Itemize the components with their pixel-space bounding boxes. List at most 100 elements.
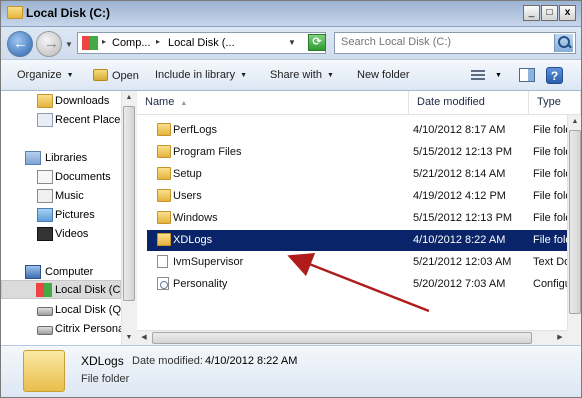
nav-item-pictures[interactable]: Pictures — [1, 206, 121, 225]
address-row: ← → ▼ ▸ Comp... ▸ Local Disk (... ▼ ⟳ — [1, 27, 581, 59]
text-file-icon — [157, 255, 168, 268]
scroll-up-icon[interactable]: ▲ — [122, 91, 136, 105]
nav-item-downloads[interactable]: Downloads — [1, 92, 121, 111]
nav-item-label: Videos — [55, 228, 89, 240]
file-row-selected[interactable]: XDLogs 4/10/2012 8:22 AM File folder — [147, 230, 581, 251]
file-row[interactable]: Users 4/19/2012 4:12 PM File folder — [147, 186, 581, 207]
refresh-button[interactable]: ⟳ — [308, 34, 326, 51]
nav-item-local-disk-c[interactable]: Local Disk (C:) — [1, 280, 121, 299]
chevron-down-icon: ▼ — [66, 71, 74, 79]
documents-icon — [37, 170, 53, 184]
scroll-right-icon[interactable]: ▶ — [553, 331, 567, 345]
file-row[interactable]: Program Files 5/15/2012 12:13 PM File fo… — [147, 142, 581, 163]
file-row[interactable]: Windows 5/15/2012 12:13 PM File folder — [147, 208, 581, 229]
details-item-type: File folder — [81, 373, 130, 385]
sort-up-icon: ▲ — [180, 100, 188, 107]
nav-item-label: Downloads — [55, 95, 110, 107]
file-row[interactable]: PerfLogs 4/10/2012 8:17 AM File folder — [147, 120, 581, 141]
preview-pane-icon[interactable] — [519, 68, 535, 82]
nav-scrollbar[interactable]: ▲ ▼ — [121, 91, 135, 345]
file-name: Setup — [173, 168, 202, 180]
file-name: Personality — [173, 278, 228, 290]
breadcrumb-local-disk[interactable]: Local Disk (... — [168, 37, 235, 49]
forward-button[interactable]: → — [36, 31, 62, 57]
recent-places-icon — [37, 113, 53, 127]
nav-item-recent-places[interactable]: Recent Places — [1, 111, 121, 130]
organize-button[interactable]: Organize ▼ — [17, 69, 74, 81]
scroll-up-icon[interactable]: ▲ — [568, 115, 581, 129]
back-button[interactable]: ← — [7, 31, 33, 57]
nav-item-local-disk-q[interactable]: Local Disk (Q:) — [1, 301, 121, 320]
back-arrow-icon: ← — [13, 35, 28, 52]
folder-icon — [157, 211, 171, 224]
chevron-right-icon: ▸ — [102, 37, 107, 46]
nav-item-label: Local Disk (Q:) — [55, 304, 121, 316]
nav-item-music[interactable]: Music — [1, 187, 121, 206]
search-icon[interactable] — [554, 34, 573, 52]
horizontal-scroll-thumb[interactable] — [152, 332, 532, 344]
search-box[interactable] — [334, 32, 576, 54]
details-pane: XDLogs Date modified: 4/10/2012 8:22 AM … — [1, 345, 581, 397]
file-name: XDLogs — [173, 234, 213, 246]
scroll-left-icon[interactable]: ◀ — [137, 331, 151, 345]
column-header-date[interactable]: Date modified — [409, 91, 529, 115]
file-date: 5/15/2012 12:13 PM — [413, 146, 513, 158]
file-date: 5/21/2012 8:14 AM — [413, 168, 506, 180]
share-with-button[interactable]: Share with ▼ — [270, 69, 334, 81]
folder-icon — [23, 350, 65, 392]
command-bar: Organize ▼ Open Include in library ▼ Share… — [1, 59, 581, 91]
nav-scroll-thumb[interactable] — [123, 106, 135, 301]
file-list: Name ▲ Date modified Type PerfLogs 4/10/2… — [137, 91, 581, 345]
column-header-type[interactable]: Type — [529, 91, 581, 115]
computer-icon — [25, 265, 41, 279]
search-input[interactable] — [341, 36, 551, 48]
file-list-horizontal-scrollbar[interactable]: ◀ ▶ — [137, 330, 567, 345]
nav-item-label: Libraries — [45, 152, 88, 164]
nav-item-label: Citrix Personal vDisk — [55, 323, 121, 335]
pictures-icon — [37, 208, 53, 222]
recent-pages-dropdown[interactable]: ▼ — [65, 40, 73, 49]
nav-item-label: Music — [55, 190, 84, 202]
folder-icon — [37, 94, 53, 108]
file-list-scroll-thumb[interactable] — [569, 130, 581, 314]
file-row[interactable]: Personality 5/20/2012 7:03 AM Configurat… — [147, 274, 581, 295]
help-icon[interactable]: ? — [546, 67, 563, 84]
share-with-label: Share with — [270, 69, 322, 81]
address-dropdown-icon[interactable]: ▼ — [288, 38, 296, 47]
nav-item-videos[interactable]: Videos — [1, 225, 121, 244]
libraries-icon — [25, 151, 41, 165]
include-in-library-button[interactable]: Include in library ▼ — [155, 69, 247, 81]
file-name: Program Files — [173, 146, 242, 158]
scroll-down-icon[interactable]: ▼ — [122, 331, 136, 345]
chevron-down-icon: ▼ — [326, 71, 334, 79]
nav-item-citrix-personal-vdisk[interactable]: Citrix Personal vDisk — [1, 320, 121, 339]
folder-icon — [157, 233, 171, 246]
nav-item-documents[interactable]: Documents — [1, 168, 121, 187]
column-header-name-label: Name — [145, 96, 175, 108]
nav-item-label: Documents — [55, 171, 111, 183]
view-options-dropdown[interactable]: ▼ — [495, 72, 502, 79]
folder-icon — [157, 189, 171, 202]
file-list-vertical-scrollbar[interactable]: ▲ — [567, 115, 581, 330]
address-bar[interactable]: ▸ Comp... ▸ Local Disk (... ▼ — [77, 32, 326, 54]
file-row[interactable]: Setup 5/21/2012 8:14 AM File folder — [147, 164, 581, 185]
title-bar: Local Disk (C:) _ □ x — [1, 1, 581, 27]
nav-item-label: Pictures — [55, 209, 95, 221]
change-view-icon[interactable] — [471, 69, 485, 81]
nav-item-label: Recent Places — [55, 114, 121, 126]
file-row[interactable]: IvmSupervisor 5/21/2012 12:03 AM Text Do… — [147, 252, 581, 273]
column-header-name[interactable]: Name ▲ — [137, 91, 409, 115]
nav-item-libraries[interactable]: Libraries — [1, 149, 121, 168]
chevron-right-icon: ▸ — [156, 37, 161, 46]
file-name: Windows — [173, 212, 218, 224]
close-button[interactable]: x — [559, 5, 576, 21]
nav-item-label: Computer — [45, 266, 94, 278]
new-folder-button[interactable]: New folder — [357, 69, 410, 81]
details-item-name: XDLogs — [81, 354, 124, 368]
navigation-pane: Downloads Recent Places Libraries Docume… — [1, 91, 135, 345]
minimize-button[interactable]: _ — [523, 5, 540, 21]
folder-icon — [157, 167, 171, 180]
breadcrumb-computer[interactable]: Comp... — [112, 37, 151, 49]
open-button[interactable]: Open — [93, 69, 139, 82]
maximize-button[interactable]: □ — [541, 5, 558, 21]
